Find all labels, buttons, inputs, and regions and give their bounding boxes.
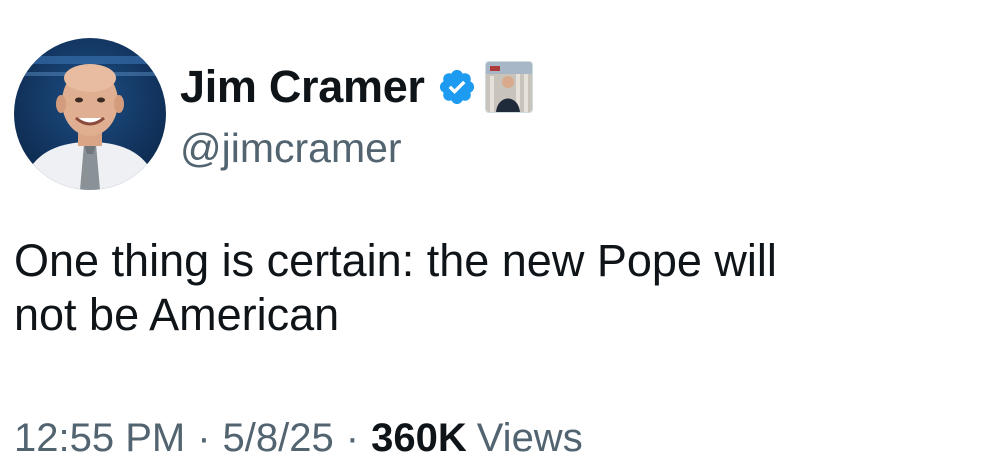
author-identity: Jim Cramer @jimcramer: [180, 57, 533, 172]
tweet: Jim Cramer @jimcramer One thing is certa…: [0, 0, 1000, 473]
verified-badge-icon[interactable]: [437, 67, 477, 107]
tweet-date[interactable]: 5/8/25: [223, 416, 334, 461]
tweet-text: One thing is certain: the new Pope will …: [14, 235, 777, 340]
tweet-time[interactable]: 12:55 PM: [14, 416, 185, 461]
display-name[interactable]: Jim Cramer: [180, 61, 425, 113]
tweet-header: Jim Cramer @jimcramer: [14, 38, 533, 190]
name-row: Jim Cramer: [180, 57, 533, 117]
meta-separator: ·: [345, 416, 360, 460]
avatar-image: [14, 38, 166, 190]
avatar[interactable]: [14, 38, 166, 190]
affiliation-badge-icon[interactable]: [484, 60, 533, 113]
views-count[interactable]: 360K: [371, 416, 467, 461]
tweet-meta: 12:55 PM · 5/8/25 · 360K Views: [14, 416, 583, 461]
author-handle[interactable]: @jimcramer: [180, 125, 533, 172]
views-label: Views: [476, 416, 583, 460]
meta-separator: ·: [197, 416, 211, 460]
